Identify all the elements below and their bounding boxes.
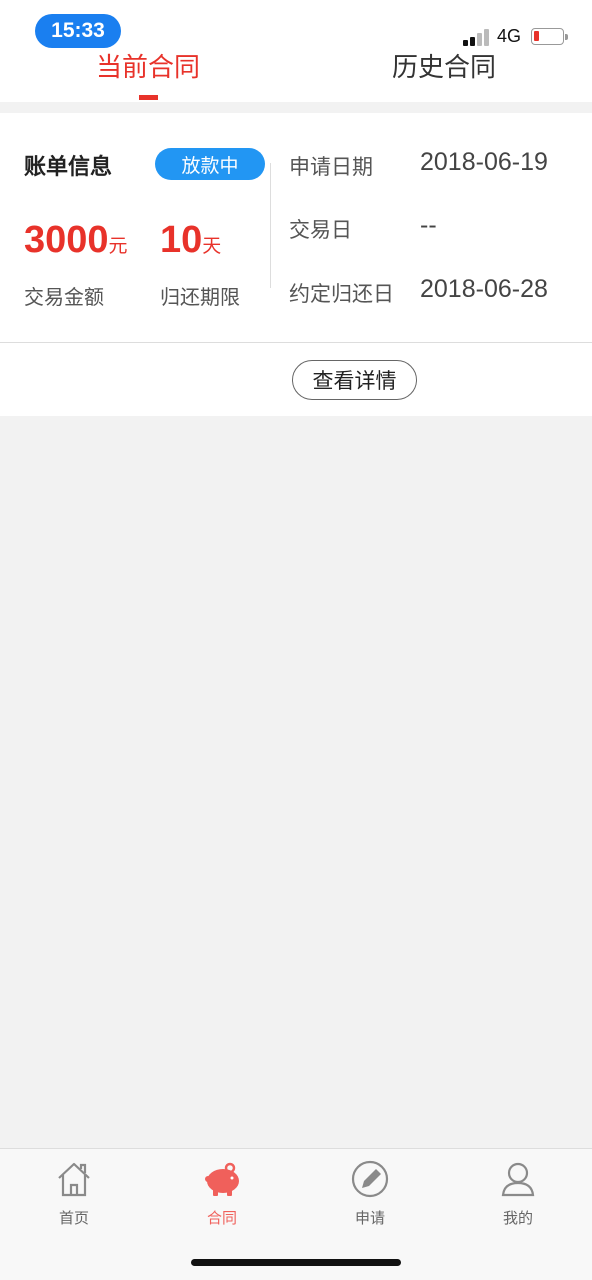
trade-date-value: -- <box>420 211 437 239</box>
nav-label-apply: 申请 <box>354 1209 385 1227</box>
apply-date-label: 申请日期 <box>289 155 373 179</box>
trade-date-label: 交易日 <box>289 218 352 242</box>
transaction-amount: 3000元 <box>24 219 128 262</box>
signal-icon <box>463 28 491 46</box>
battery-icon <box>531 28 568 45</box>
term-label: 归还期限 <box>160 285 240 309</box>
status-badge: 放款中 <box>155 148 265 180</box>
network-type: 4G <box>497 26 522 46</box>
due-date-label: 约定归还日 <box>289 282 394 306</box>
nav-item-mine[interactable]: 我的 <box>444 1159 592 1239</box>
tab-history-contract[interactable]: 历史合同 <box>296 52 592 102</box>
amount-value: 3000 <box>24 219 109 261</box>
user-icon <box>501 1162 535 1197</box>
nav-label-home: 首页 <box>58 1209 89 1227</box>
horizontal-divider <box>0 342 592 343</box>
nav-label-mine: 我的 <box>502 1209 533 1227</box>
piggy-bank-icon <box>205 1162 239 1196</box>
nav-item-contract[interactable]: 合同 <box>148 1159 296 1239</box>
nav-label-contract: 合同 <box>206 1209 237 1227</box>
term-unit: 天 <box>202 236 222 257</box>
vertical-divider <box>270 163 271 288</box>
amount-label: 交易金额 <box>24 285 104 309</box>
home-icon <box>58 1162 90 1197</box>
due-date-value: 2018-06-28 <box>420 275 548 303</box>
view-details-button[interactable]: 查看详情 <box>292 360 417 400</box>
repayment-term: 10天 <box>160 219 221 262</box>
pencil-circle-icon <box>351 1160 389 1198</box>
apply-date-value: 2018-06-19 <box>420 148 548 176</box>
card-title: 账单信息 <box>24 155 113 180</box>
amount-unit: 元 <box>108 236 128 257</box>
term-value: 10 <box>160 219 203 261</box>
active-tab-indicator <box>139 95 158 100</box>
nav-item-apply[interactable]: 申请 <box>296 1159 444 1239</box>
contract-card: 账单信息 放款中 3000元 10天 交易金额 归还期限 申请日期 2018-0… <box>0 113 592 416</box>
contract-tabs: 当前合同 历史合同 <box>0 52 592 102</box>
nav-item-home[interactable]: 首页 <box>0 1159 148 1239</box>
status-time: 15:33 <box>35 14 121 48</box>
home-indicator <box>191 1259 401 1266</box>
status-bar: 15:33 4G <box>0 0 592 52</box>
